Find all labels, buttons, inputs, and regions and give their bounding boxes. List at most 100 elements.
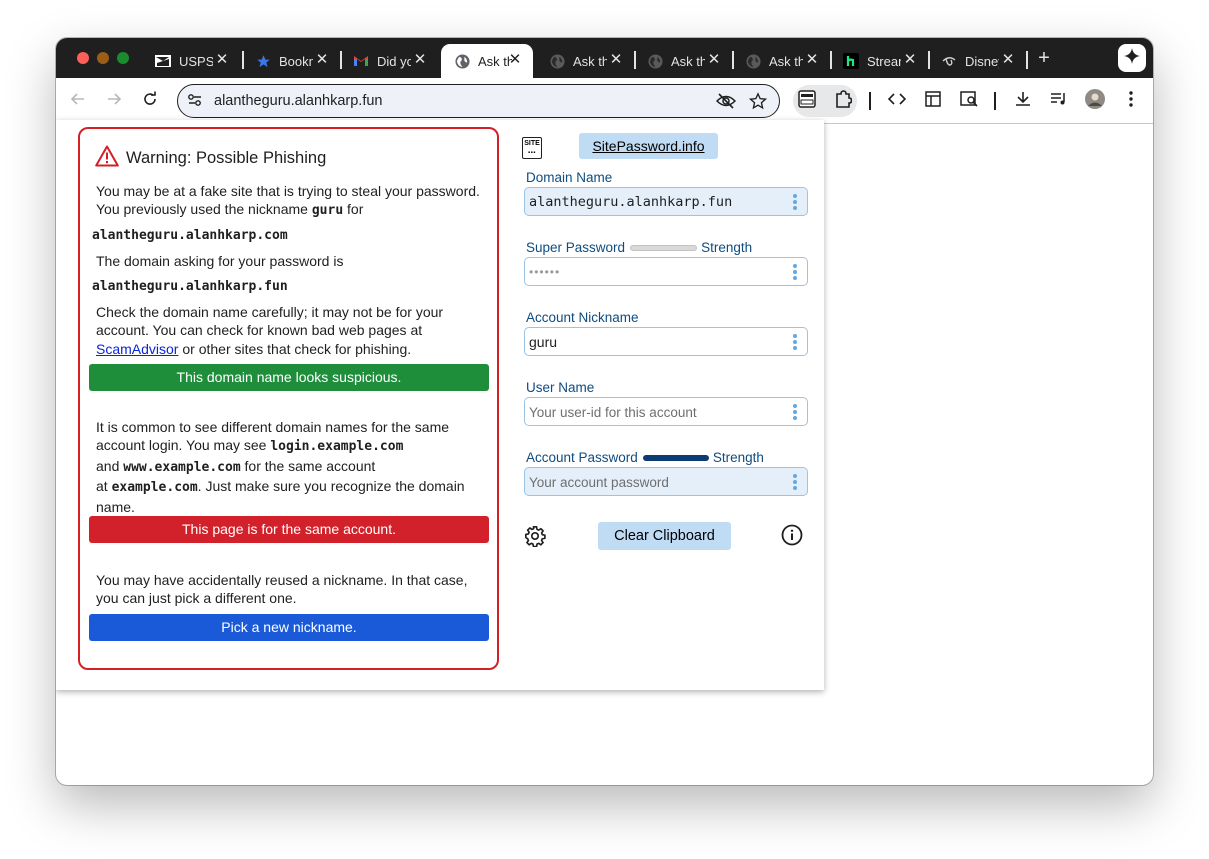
close-tab-icon[interactable]: ✕ — [804, 52, 820, 68]
domain-name-field[interactable]: alantheguru.alanhkarp.fun — [524, 187, 808, 216]
field-menu-icon[interactable] — [792, 404, 798, 420]
globe-icon — [454, 53, 470, 69]
domain-name-value: alantheguru.alanhkarp.fun — [529, 194, 733, 210]
new-tab-button[interactable]: + — [1033, 46, 1055, 70]
warning-text: at — [96, 478, 112, 495]
account-nickname-field[interactable]: guru — [524, 327, 808, 356]
browser-window: USPS ✕ Bookmarks ✕ Did you ✕ Ask the ✕ — [56, 38, 1153, 785]
media-controls-button[interactable] — [1047, 89, 1071, 113]
domain-suspicious-button[interactable]: This domain name looks suspicious. — [89, 364, 489, 391]
extensions-button[interactable] — [831, 89, 855, 113]
close-tab-icon[interactable]: ✕ — [902, 52, 918, 68]
sitepassword-logo: SITE ▪▪▪ — [522, 137, 542, 159]
info-icon — [781, 524, 803, 551]
code-icon — [887, 92, 907, 111]
previous-domain: alantheguru.alanhkarp.com — [92, 228, 288, 243]
usps-icon — [155, 53, 171, 69]
account-password-label: Account Password Strength — [526, 450, 764, 465]
super-password-field[interactable]: •••••• — [524, 257, 808, 286]
close-window-button[interactable] — [77, 52, 89, 64]
logo-text: SITE — [524, 140, 540, 147]
logo-dots-icon: ▪▪▪ — [528, 150, 536, 156]
account-password-strength-meter — [642, 454, 709, 461]
user-name-label: User Name — [526, 380, 595, 395]
account-password-field[interactable]: Your account password — [524, 467, 808, 496]
tab-ask-the-guru[interactable]: Ask the ✕ — [634, 44, 732, 78]
download-icon — [1015, 91, 1031, 112]
example-domain-code: www.example.com — [123, 459, 241, 475]
reload-button[interactable] — [138, 89, 162, 113]
reading-mode-button[interactable] — [921, 89, 945, 113]
more-vert-icon — [1129, 90, 1133, 112]
account-nickname-value: guru — [529, 334, 558, 350]
bookmark-star-icon — [255, 53, 271, 69]
field-menu-icon[interactable] — [792, 474, 798, 490]
tab-disney[interactable]: Disney ✕ — [928, 44, 1026, 78]
close-tab-icon[interactable]: ✕ — [412, 52, 428, 68]
field-menu-icon[interactable] — [792, 334, 798, 350]
warning-text: You may be at a fake site that is trying… — [96, 183, 480, 218]
tab-ask-the-guru[interactable]: Ask the ✕ — [536, 44, 634, 78]
tab-gmail[interactable]: Did you ✕ — [340, 44, 438, 78]
sitepassword-info-link[interactable]: SitePassword.info — [579, 133, 718, 159]
close-tab-icon[interactable]: ✕ — [1000, 52, 1016, 68]
globe-icon — [549, 53, 565, 69]
tab-bookmarks[interactable]: Bookmarks ✕ — [242, 44, 340, 78]
warning-text: or other sites that check for phishing. — [178, 340, 412, 357]
scamadvisor-link[interactable]: ScamAdvisor — [96, 341, 178, 357]
reload-icon — [142, 91, 158, 112]
close-tab-icon[interactable]: ✕ — [314, 52, 330, 68]
hulu-icon — [843, 53, 859, 69]
close-tab-icon[interactable]: ✕ — [214, 52, 230, 68]
strength-label: Strength — [712, 450, 764, 465]
sitepassword-extension-button[interactable] — [795, 89, 819, 113]
tab-title: Stream — [867, 53, 901, 69]
bookmark-star-outline-icon[interactable] — [746, 89, 770, 113]
eye-off-icon[interactable] — [714, 89, 738, 113]
warning-triangle-icon — [95, 145, 119, 172]
tab-strip: USPS ✕ Bookmarks ✕ Did you ✕ Ask the ✕ — [56, 38, 1153, 78]
sitepassword-popup: Warning: Possible Phishing You may be at… — [56, 120, 824, 690]
tab-title: Did you — [377, 53, 411, 69]
url-text: alantheguru.alanhkarp.fun — [214, 93, 383, 109]
super-password-value: •••••• — [529, 265, 561, 279]
page-search-button[interactable] — [957, 89, 981, 113]
gmail-icon — [353, 53, 369, 69]
zoom-window-button[interactable] — [117, 52, 129, 64]
globe-icon — [647, 53, 663, 69]
sitepassword-form: SITE ▪▪▪ SitePassword.info Domain Name a… — [522, 120, 814, 690]
domain-name-label: Domain Name — [526, 170, 613, 185]
minimize-window-button[interactable] — [97, 52, 109, 64]
super-password-label-text: Super Password — [526, 240, 626, 255]
profile-avatar[interactable] — [1083, 88, 1107, 113]
developer-tools-button[interactable] — [885, 89, 909, 113]
back-button[interactable] — [66, 89, 90, 113]
close-tab-icon[interactable]: ✕ — [608, 52, 624, 68]
address-bar[interactable]: alantheguru.alanhkarp.fun — [177, 84, 780, 118]
close-tab-icon[interactable]: ✕ — [706, 52, 722, 68]
warning-header: Warning: Possible Phishing — [95, 145, 326, 172]
tab-ask-the-guru[interactable]: Ask the ✕ — [732, 44, 830, 78]
field-menu-icon[interactable] — [792, 264, 798, 280]
gear-icon — [524, 525, 546, 552]
site-settings-icon[interactable] — [185, 90, 205, 110]
close-tab-icon[interactable]: ✕ — [507, 52, 523, 68]
tab-hulu[interactable]: Stream ✕ — [830, 44, 928, 78]
user-name-placeholder: Your user-id for this account — [529, 405, 697, 420]
tab-usps[interactable]: USPS ✕ — [142, 44, 240, 78]
pick-new-nickname-button[interactable]: Pick a new nickname. — [89, 614, 489, 641]
gemini-button[interactable] — [1118, 44, 1146, 72]
tab-title: Disney — [965, 53, 999, 69]
field-menu-icon[interactable] — [792, 194, 798, 210]
user-name-field[interactable]: Your user-id for this account — [524, 397, 808, 426]
clear-clipboard-button[interactable]: Clear Clipboard — [598, 522, 731, 550]
warning-paragraph-5: You may have accidentally reused a nickn… — [96, 572, 468, 607]
settings-button[interactable] — [523, 525, 547, 552]
warning-paragraph-3: Check the domain name carefully; it may … — [96, 303, 491, 358]
tab-ask-the-guru-active[interactable]: Ask the ✕ — [441, 44, 533, 78]
browser-menu-button[interactable] — [1119, 89, 1143, 113]
forward-button[interactable] — [102, 89, 126, 113]
info-button[interactable] — [780, 524, 804, 551]
downloads-button[interactable] — [1011, 89, 1035, 113]
same-account-button[interactable]: This page is for the same account. — [89, 516, 489, 543]
